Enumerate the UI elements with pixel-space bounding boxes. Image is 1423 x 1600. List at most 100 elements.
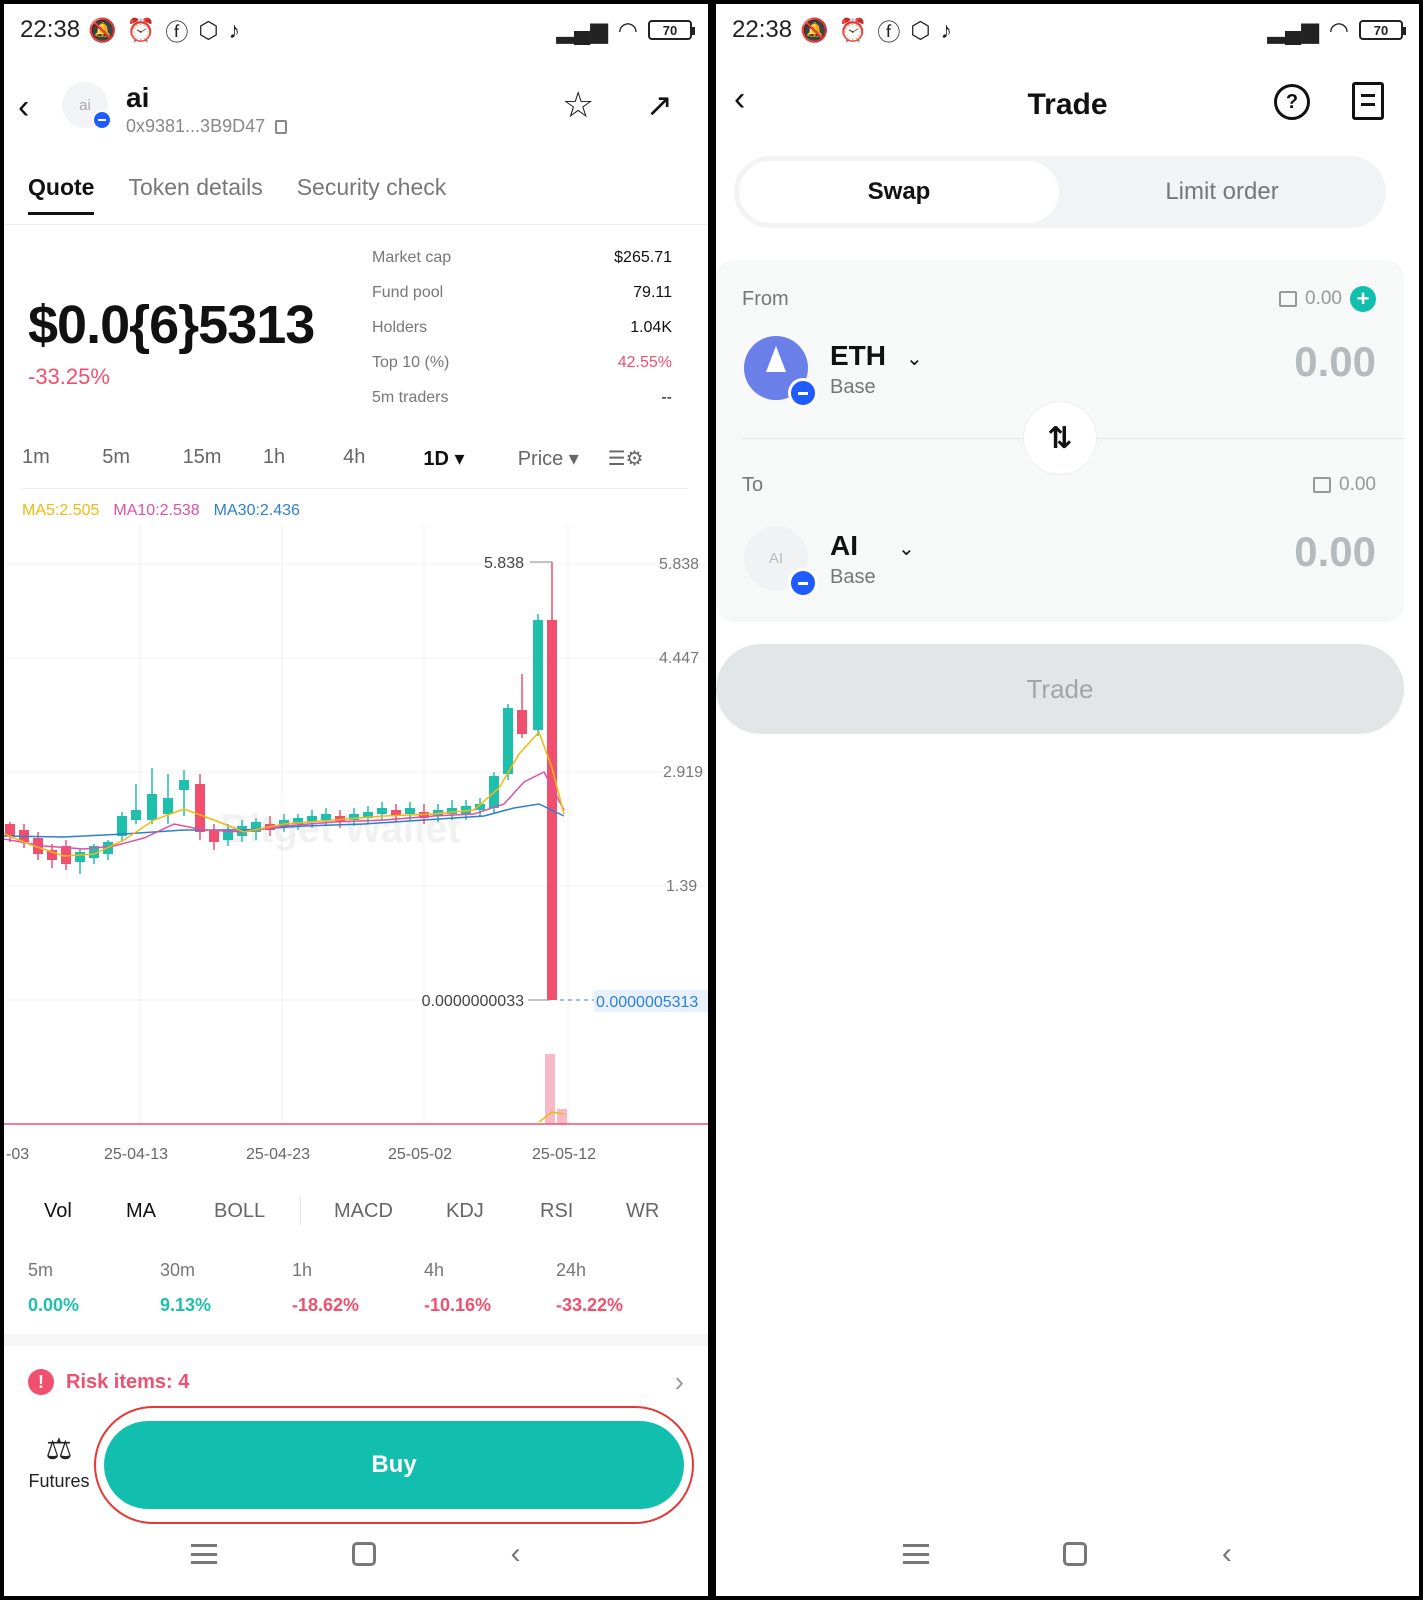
menu-icon[interactable]	[191, 1544, 218, 1564]
trade-screen: 22:38 🔕 ⏰ ⓕ ⬡ ♪ ▂▄▆ ◠ 70 ‹ Trade ? Swap …	[716, 4, 1419, 1596]
candle-body	[405, 808, 415, 814]
candle-body	[163, 798, 173, 814]
from-balance: 0.00 +	[1279, 286, 1376, 312]
battery-icon: 70	[1359, 20, 1406, 40]
wallet-icon	[1313, 477, 1332, 493]
to-token-symbol[interactable]: AI	[830, 530, 858, 562]
candle-body	[117, 816, 127, 836]
token-header: ‹ ai ai 0x9381...3B9D47 ☆ ↗	[4, 74, 708, 144]
nav-back-icon[interactable]: ‹	[511, 1537, 521, 1571]
chart-settings-icon[interactable]: ☰⚙	[608, 446, 688, 471]
tab-swap[interactable]: Swap	[739, 161, 1059, 223]
to-amount-input[interactable]: 0.00	[1294, 528, 1376, 576]
indicator-kdj[interactable]: KDJ	[446, 1200, 484, 1223]
token-name: ai	[126, 82, 150, 113]
risk-items-row[interactable]: ! Risk items: 4 ›	[28, 1366, 684, 1398]
ma5-label: MA5:2.505	[22, 502, 100, 519]
price-type-dropdown[interactable]: Price ▾	[518, 446, 608, 471]
y-tick-label: 5.838	[659, 556, 699, 573]
wallet-icon	[1279, 291, 1298, 307]
from-label: From	[742, 288, 789, 310]
app-icon: ⬡	[198, 16, 219, 43]
home-icon[interactable]	[1063, 1542, 1088, 1566]
from-token-symbol[interactable]: ETH	[830, 340, 886, 372]
home-icon[interactable]	[351, 1542, 376, 1566]
perf-4h: 4h -10.16%	[424, 1260, 492, 1315]
ma10-label: MA10:2.538	[113, 502, 200, 519]
interval-1h[interactable]: 1h	[263, 446, 343, 471]
help-icon[interactable]: ?	[1274, 84, 1310, 120]
candlestick-chart[interactable]: Bitget Wallet 5.838 0.0000000033 0.00000…	[4, 524, 708, 1164]
trade-button[interactable]: Trade	[716, 644, 1404, 734]
candle-body	[195, 784, 205, 832]
candle-body	[179, 780, 189, 790]
interval-1m[interactable]: 1m	[22, 446, 102, 471]
x-axis-labels: -03 25-04-13 25-04-23 25-05-02 25-05-12	[4, 1146, 708, 1170]
x-tick-label: -03	[6, 1146, 30, 1163]
favorite-star-icon[interactable]: ☆	[562, 84, 594, 126]
buy-button[interactable]: Buy	[104, 1421, 684, 1509]
futures-button[interactable]: ⚖ Futures	[24, 1432, 94, 1492]
indicator-boll[interactable]: BOLL	[214, 1200, 265, 1223]
y-tick-label: 1.39	[666, 878, 697, 895]
token-price: $0.0{6}5313	[28, 295, 315, 355]
facebook-icon: ⓕ	[165, 19, 189, 45]
swap-direction-button[interactable]: ⇅	[1024, 402, 1096, 474]
stat-row: Market cap $265.71	[372, 249, 672, 266]
add-funds-icon[interactable]: +	[1350, 286, 1376, 312]
alarm-icon: ⏰	[126, 16, 156, 43]
perf-24h: 24h -33.22%	[556, 1260, 624, 1315]
candle-body	[147, 794, 157, 820]
indicator-rsi[interactable]: RSI	[540, 1200, 573, 1223]
alarm-icon: ⏰	[838, 16, 868, 43]
tiktok-icon: ♪	[228, 16, 240, 43]
system-nav-bar: ‹	[4, 1512, 708, 1596]
token-stats: Market cap $265.71 Fund pool 79.11 Holders…	[372, 249, 672, 424]
back-arrow-icon[interactable]: ‹	[18, 88, 29, 127]
share-icon[interactable]: ↗	[646, 86, 673, 124]
indicator-separator	[300, 1197, 301, 1225]
orders-icon[interactable]	[1352, 82, 1384, 120]
indicator-wr[interactable]: WR	[626, 1200, 659, 1223]
tab-limit-order[interactable]: Limit order	[1062, 161, 1382, 223]
eth-coin-icon[interactable]	[744, 336, 818, 408]
chart-intervals: 1m 5m 15m 1h 4h 1D ▾ Price ▾ ☰⚙	[22, 446, 688, 471]
indicator-macd[interactable]: MACD	[334, 1200, 393, 1223]
nav-back-icon[interactable]: ‹	[1222, 1537, 1232, 1571]
chevron-down-icon[interactable]: ⌄	[906, 346, 923, 371]
interval-1d-dropdown[interactable]: 1D ▾	[423, 446, 503, 471]
status-bar: 22:38 🔕 ⏰ ⓕ ⬡ ♪ ▂▄▆ ◠ 70	[716, 4, 1419, 56]
chevron-down-icon[interactable]: ⌄	[898, 536, 915, 561]
tabs-divider	[4, 224, 708, 225]
from-amount-input[interactable]: 0.00	[1294, 338, 1376, 386]
ai-coin-icon[interactable]: AI	[744, 526, 818, 598]
perf-1h: 1h -18.62%	[292, 1260, 360, 1315]
base-chain-icon	[788, 568, 818, 598]
futures-icon: ⚖	[45, 1433, 73, 1466]
risk-items-label: Risk items: 4	[66, 1370, 190, 1393]
interval-15m[interactable]: 15m	[183, 446, 263, 471]
candle-body	[517, 710, 527, 734]
interval-5m[interactable]: 5m	[102, 446, 182, 471]
volume-bar	[557, 1109, 567, 1124]
mute-icon: 🔕	[88, 16, 117, 43]
menu-icon[interactable]	[903, 1544, 930, 1564]
copy-icon[interactable]	[275, 120, 288, 135]
price-change: -33.25%	[28, 364, 110, 389]
candle-body	[209, 830, 219, 842]
stat-row: Holders 1.04K	[372, 319, 672, 336]
token-avatar: ai	[62, 82, 112, 130]
y-tick-label: 4.447	[659, 650, 699, 667]
indicator-vol[interactable]: Vol	[44, 1200, 72, 1223]
status-time: 22:38	[732, 16, 793, 43]
stat-row: Fund pool 79.11	[372, 284, 672, 301]
tab-security-check[interactable]: Security check	[297, 174, 447, 201]
interval-4h[interactable]: 4h	[343, 446, 423, 471]
section-separator	[4, 1334, 708, 1346]
to-label: To	[742, 474, 764, 496]
tab-quote[interactable]: Quote	[28, 174, 95, 215]
indicator-ma[interactable]: MA	[126, 1200, 156, 1223]
candles-group	[5, 562, 557, 1000]
wifi-icon: ◠	[617, 16, 638, 43]
tab-token-details[interactable]: Token details	[128, 174, 262, 201]
